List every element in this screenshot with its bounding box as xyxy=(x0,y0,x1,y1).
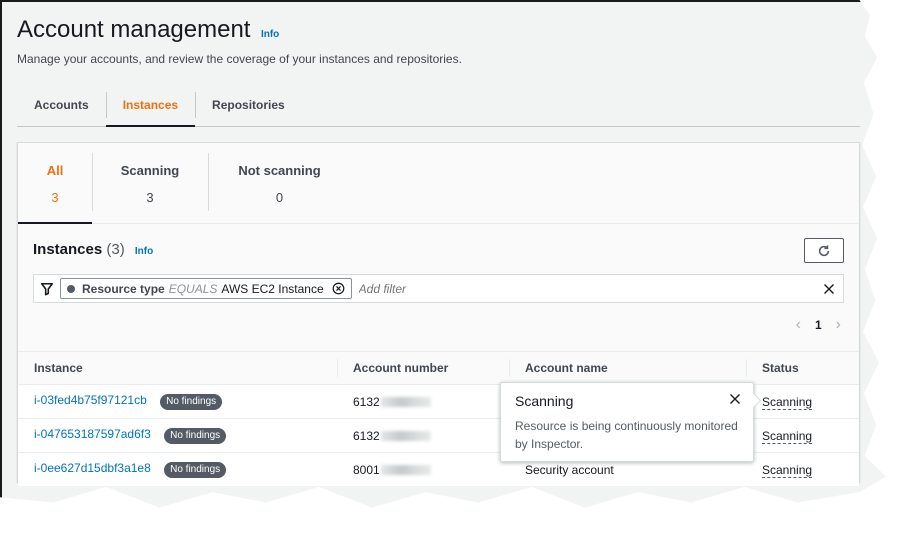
instances-title: Instances xyxy=(33,241,103,258)
stat-tab-count: 3 xyxy=(51,190,59,205)
column-header-instance[interactable]: Instance xyxy=(18,351,337,385)
stat-tab-label: Not scanning xyxy=(238,163,321,178)
instance-cell: i-03fed4b75f97121cb No findings xyxy=(18,384,337,419)
status-cell: Scanning xyxy=(746,418,859,453)
status-link[interactable]: Scanning xyxy=(762,428,813,444)
account-number-cell: 6132 xyxy=(337,384,509,419)
filter-token-operator: EQUALS xyxy=(168,281,218,296)
stat-tab-scanning[interactable]: Scanning 3 xyxy=(92,143,208,223)
token-dot-icon xyxy=(67,284,75,293)
findings-badge: No findings xyxy=(164,428,227,444)
coverage-filter-tabs: All 3 Scanning 3 Not scanning 0 xyxy=(18,143,859,224)
redacted-digits xyxy=(380,431,431,442)
tab-accounts[interactable]: Accounts xyxy=(17,88,106,126)
status-popover: Scanning Resource is being continuously … xyxy=(500,382,754,462)
redacted-digits xyxy=(380,397,431,408)
findings-badge: No findings xyxy=(164,462,227,478)
page-subtitle: Manage your accounts, and review the cov… xyxy=(17,52,462,66)
instance-link[interactable]: i-03fed4b75f97121cb xyxy=(34,393,147,407)
stat-tab-not-scanning[interactable]: Not scanning 0 xyxy=(208,143,351,223)
current-page[interactable]: 1 xyxy=(815,318,822,332)
instances-count: (3) xyxy=(106,241,125,258)
chevron-left-icon[interactable]: ‹ xyxy=(796,316,801,334)
column-header-account-name[interactable]: Account name xyxy=(509,351,746,385)
add-filter-input[interactable] xyxy=(356,280,823,297)
account-number: 8001 xyxy=(353,462,380,477)
page-title: Account management xyxy=(17,16,251,43)
account-number-cell: 8001 xyxy=(337,452,509,486)
popover-body: Resource is being continuously monitored… xyxy=(515,419,738,451)
account-number-cell: 6132 xyxy=(337,418,509,453)
instance-cell: i-047653187597ad6f3 No findings xyxy=(18,418,337,453)
chevron-right-icon[interactable]: › xyxy=(836,316,841,334)
stat-tab-count: 0 xyxy=(275,190,284,205)
findings-badge: No findings xyxy=(160,394,223,410)
tab-instances[interactable]: Instances xyxy=(105,88,196,127)
instance-link[interactable]: i-047653187597ad6f3 xyxy=(34,427,151,441)
table-header-row: Instance Account number Account name Sta… xyxy=(18,351,859,385)
main-tabs: Accounts Instances Repositories xyxy=(17,88,860,127)
clear-filter-icon[interactable] xyxy=(823,283,835,295)
close-icon[interactable] xyxy=(729,393,741,405)
filter-token[interactable]: Resource type EQUALS AWS EC2 Instance xyxy=(60,278,352,299)
filter-icon xyxy=(40,282,56,296)
instances-info-link[interactable]: Info xyxy=(135,246,153,257)
popover-title: Scanning xyxy=(515,393,574,409)
stat-tab-count: 3 xyxy=(146,190,154,205)
pagination: ‹ 1 › xyxy=(796,316,841,334)
screenshot-frame: Account management Info Manage your acco… xyxy=(0,0,886,508)
status-link[interactable]: Scanning xyxy=(762,394,813,410)
filter-token-key: Resource type xyxy=(82,281,165,296)
refresh-icon xyxy=(818,244,830,256)
tab-repositories[interactable]: Repositories xyxy=(195,88,302,126)
property-filter: Resource type EQUALS AWS EC2 Instance xyxy=(33,274,844,303)
page-info-link[interactable]: Info xyxy=(261,29,279,40)
refresh-button[interactable] xyxy=(804,238,844,263)
column-header-account-number[interactable]: Account number xyxy=(337,351,509,385)
status-cell: Scanning xyxy=(746,384,859,419)
stat-tab-all[interactable]: All 3 xyxy=(18,143,92,224)
filter-token-value: AWS EC2 Instance xyxy=(221,281,324,296)
stat-tab-label: All xyxy=(46,163,64,178)
status-link[interactable]: Scanning xyxy=(762,462,813,478)
column-header-status[interactable]: Status xyxy=(746,351,859,385)
stat-tab-label: Scanning xyxy=(120,163,180,178)
account-number: 6132 xyxy=(353,428,380,443)
redacted-digits xyxy=(380,465,431,476)
instance-cell: i-0ee627d15dbf3a1e8 No findings xyxy=(18,452,337,486)
status-cell: Scanning xyxy=(746,452,859,486)
account-number: 6132 xyxy=(353,394,380,409)
page-header: Account management Info Manage your acco… xyxy=(17,16,462,66)
remove-token-icon[interactable] xyxy=(332,282,345,295)
instance-link[interactable]: i-0ee627d15dbf3a1e8 xyxy=(34,461,151,475)
instances-heading: Instances (3) Info xyxy=(33,241,153,258)
